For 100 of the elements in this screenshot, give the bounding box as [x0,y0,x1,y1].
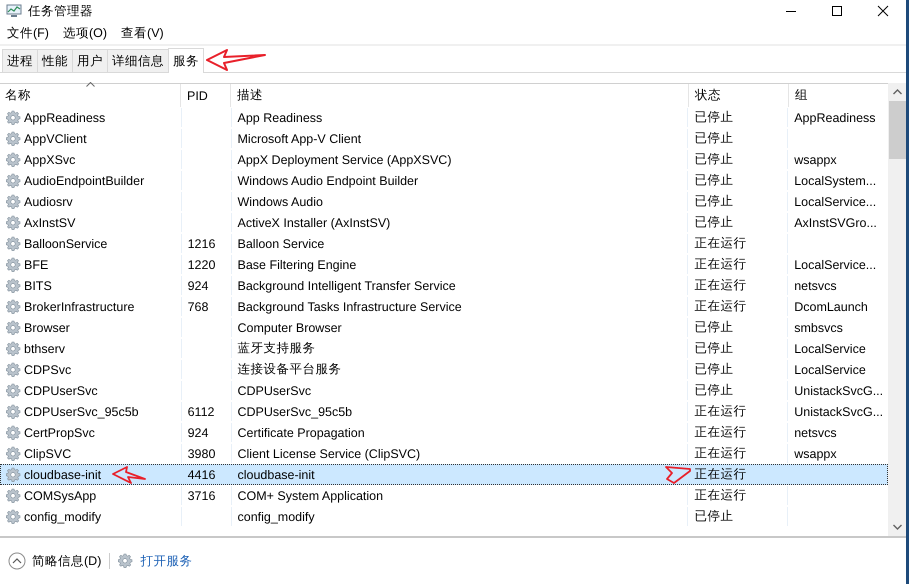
service-name: bthserv [24,342,65,356]
maximize-icon [831,5,843,17]
description-cell: ActiveX Installer (AxInstSV) [238,216,390,230]
gear-icon [6,256,22,272]
collapse-icon [8,552,26,570]
group-cell: DcomLaunch [794,300,868,314]
annotation-arrow-icon [664,465,692,485]
sort-caret-icon [86,82,95,87]
status-cell: 正在运行 [694,277,746,294]
group-cell: LocalService [794,342,866,356]
status-cell: 已停止 [694,130,734,147]
gear-icon [6,214,22,230]
status-cell: 已停止 [694,109,734,126]
tab[interactable]: 详细信息 [107,49,169,72]
window-title: 任务管理器 [28,2,93,20]
service-name: CDPUserSvc [24,384,98,398]
menu-item[interactable]: 选项(O) [62,24,108,42]
table-row[interactable]: CDPUserSvc_95c5b 6112 CDPUserSvc_95c5b 正在运行 UnistackSvcG... [0,401,888,422]
service-name: BalloonService [24,236,108,250]
column-header[interactable]: 名称 [5,87,31,104]
table-row[interactable]: AppXSvc AppX Deployment Service (AppXSVC) 已停止 wsappx [0,149,888,170]
table-row[interactable]: Browser Computer Browser 已停止 smbsvcs [0,317,888,338]
scroll-up-icon[interactable] [892,89,902,95]
pid-cell: 6112 [188,404,214,418]
group-cell: UnistackSvcG... [794,404,884,418]
group-cell: LocalService [794,362,866,376]
menu-item[interactable]: 文件(F) [7,24,49,42]
table-row[interactable]: BFE 1220 Base Filtering Engine 正在运行 LocalService... [0,254,888,275]
group-cell: AppReadiness [794,110,876,124]
scrollbar-thumb[interactable] [888,101,906,159]
table-row[interactable]: bthserv 蓝牙支持服务 已停止 LocalService [0,338,888,359]
table-row[interactable]: CDPSvc 连接设备平台服务 已停止 LocalService [0,359,888,380]
gear-icon [6,320,22,336]
description-cell: Windows Audio [238,194,323,208]
description-cell: COM+ System Application [238,488,384,502]
service-name: CDPSvc [24,362,72,376]
table-row[interactable]: BITS 924 Background Intelligent Transfer Service 正在运行 netsvcs [0,275,888,296]
pid-cell: 3716 [188,488,216,502]
column-header[interactable]: PID [187,88,208,102]
pid-cell: 924 [188,278,208,292]
service-name: BrokerInfrastructure [24,300,134,314]
gear-icon [6,340,22,356]
table-row[interactable]: COMSysApp 3716 COM+ System Application 正在运行 [0,485,888,506]
service-name: AppXSvc [24,152,76,166]
table-row[interactable]: AppVClient Microsoft App-V Client 已停止 [0,128,888,149]
service-name: AxInstSV [24,216,76,230]
service-name: Browser [24,320,70,334]
gear-icon [6,194,22,210]
tab[interactable]: 服务 [168,48,204,73]
column-header[interactable]: 组 [795,87,808,104]
group-cell: LocalSystem... [794,174,876,188]
status-cell: 正在运行 [694,235,746,252]
vertical-scrollbar[interactable] [888,83,906,536]
status-cell: 正在运行 [694,256,746,273]
table-row[interactable]: ClipSVC 3980 Client License Service (ClipSVC) 正在运行 wsappx [0,443,888,464]
table-row[interactable]: AppReadiness App Readiness 已停止 AppReadiness [0,107,888,128]
table-row[interactable]: CertPropSvc 924 Certificate Propagation 正在运行 netsvcs [0,422,888,443]
column-header[interactable]: 状态 [695,87,721,104]
service-name: BFE [24,258,48,272]
column-header[interactable]: 描述 [237,87,263,104]
gear-icon [6,404,22,420]
menu-item[interactable]: 查看(V) [121,24,164,42]
status-cell: 已停止 [694,172,734,189]
tab[interactable]: 进程 [2,49,38,72]
status-cell: 已停止 [694,361,734,378]
open-services-link[interactable]: 打开服务 [118,552,192,570]
table-row[interactable]: config_modify config_modify 已停止 [0,506,888,527]
gear-icon [118,553,134,569]
table-row[interactable]: Audiosrv Windows Audio 已停止 LocalService... [0,191,888,212]
gear-icon [6,172,22,188]
tab[interactable]: 用户 [72,49,108,72]
gear-icon [6,508,22,524]
pid-cell: 1216 [188,236,216,250]
service-name: AudioEndpointBuilder [24,174,144,188]
description-cell: 连接设备平台服务 [238,361,342,378]
fewer-details-button[interactable]: 简略信息(D) [8,552,102,570]
gear-icon [6,130,22,146]
gear-icon [6,382,22,398]
table-row[interactable]: AudioEndpointBuilder Windows Audio Endpoint Builder 已停止 LocalSystem... [0,170,888,191]
table-row[interactable]: CDPUserSvc CDPUserSvc 已停止 UnistackSvcG... [0,380,888,401]
table-row[interactable]: BalloonService 1216 Balloon Service 正在运行 [0,233,888,254]
gear-icon [6,446,22,462]
description-cell: CDPUserSvc_95c5b [238,404,352,418]
service-name: config_modify [24,510,102,524]
gear-icon [6,362,22,378]
description-cell: Background Tasks Infrastructure Service [238,300,462,314]
status-cell: 已停止 [694,193,734,210]
table-row[interactable]: cloudbase-init 4416 cloudbase-init 正在运行 [0,464,888,485]
group-cell: AxInstSVGro... [794,216,877,230]
gear-icon [6,466,22,482]
gear-icon [6,110,22,126]
status-cell: 已停止 [694,382,734,399]
description-cell: Certificate Propagation [238,426,365,440]
table-row[interactable]: AxInstSV ActiveX Installer (AxInstSV) 已停止 AxInstSVGro... [0,212,888,233]
tab[interactable]: 性能 [37,49,73,72]
pid-cell: 3980 [188,446,216,460]
service-name: COMSysApp [24,488,96,502]
table-row[interactable]: BrokerInfrastructure 768 Background Tasks Infrastructure Service 正在运行 DcomLaunch [0,296,888,317]
group-cell: netsvcs [794,278,837,292]
scroll-down-icon[interactable] [892,524,902,530]
